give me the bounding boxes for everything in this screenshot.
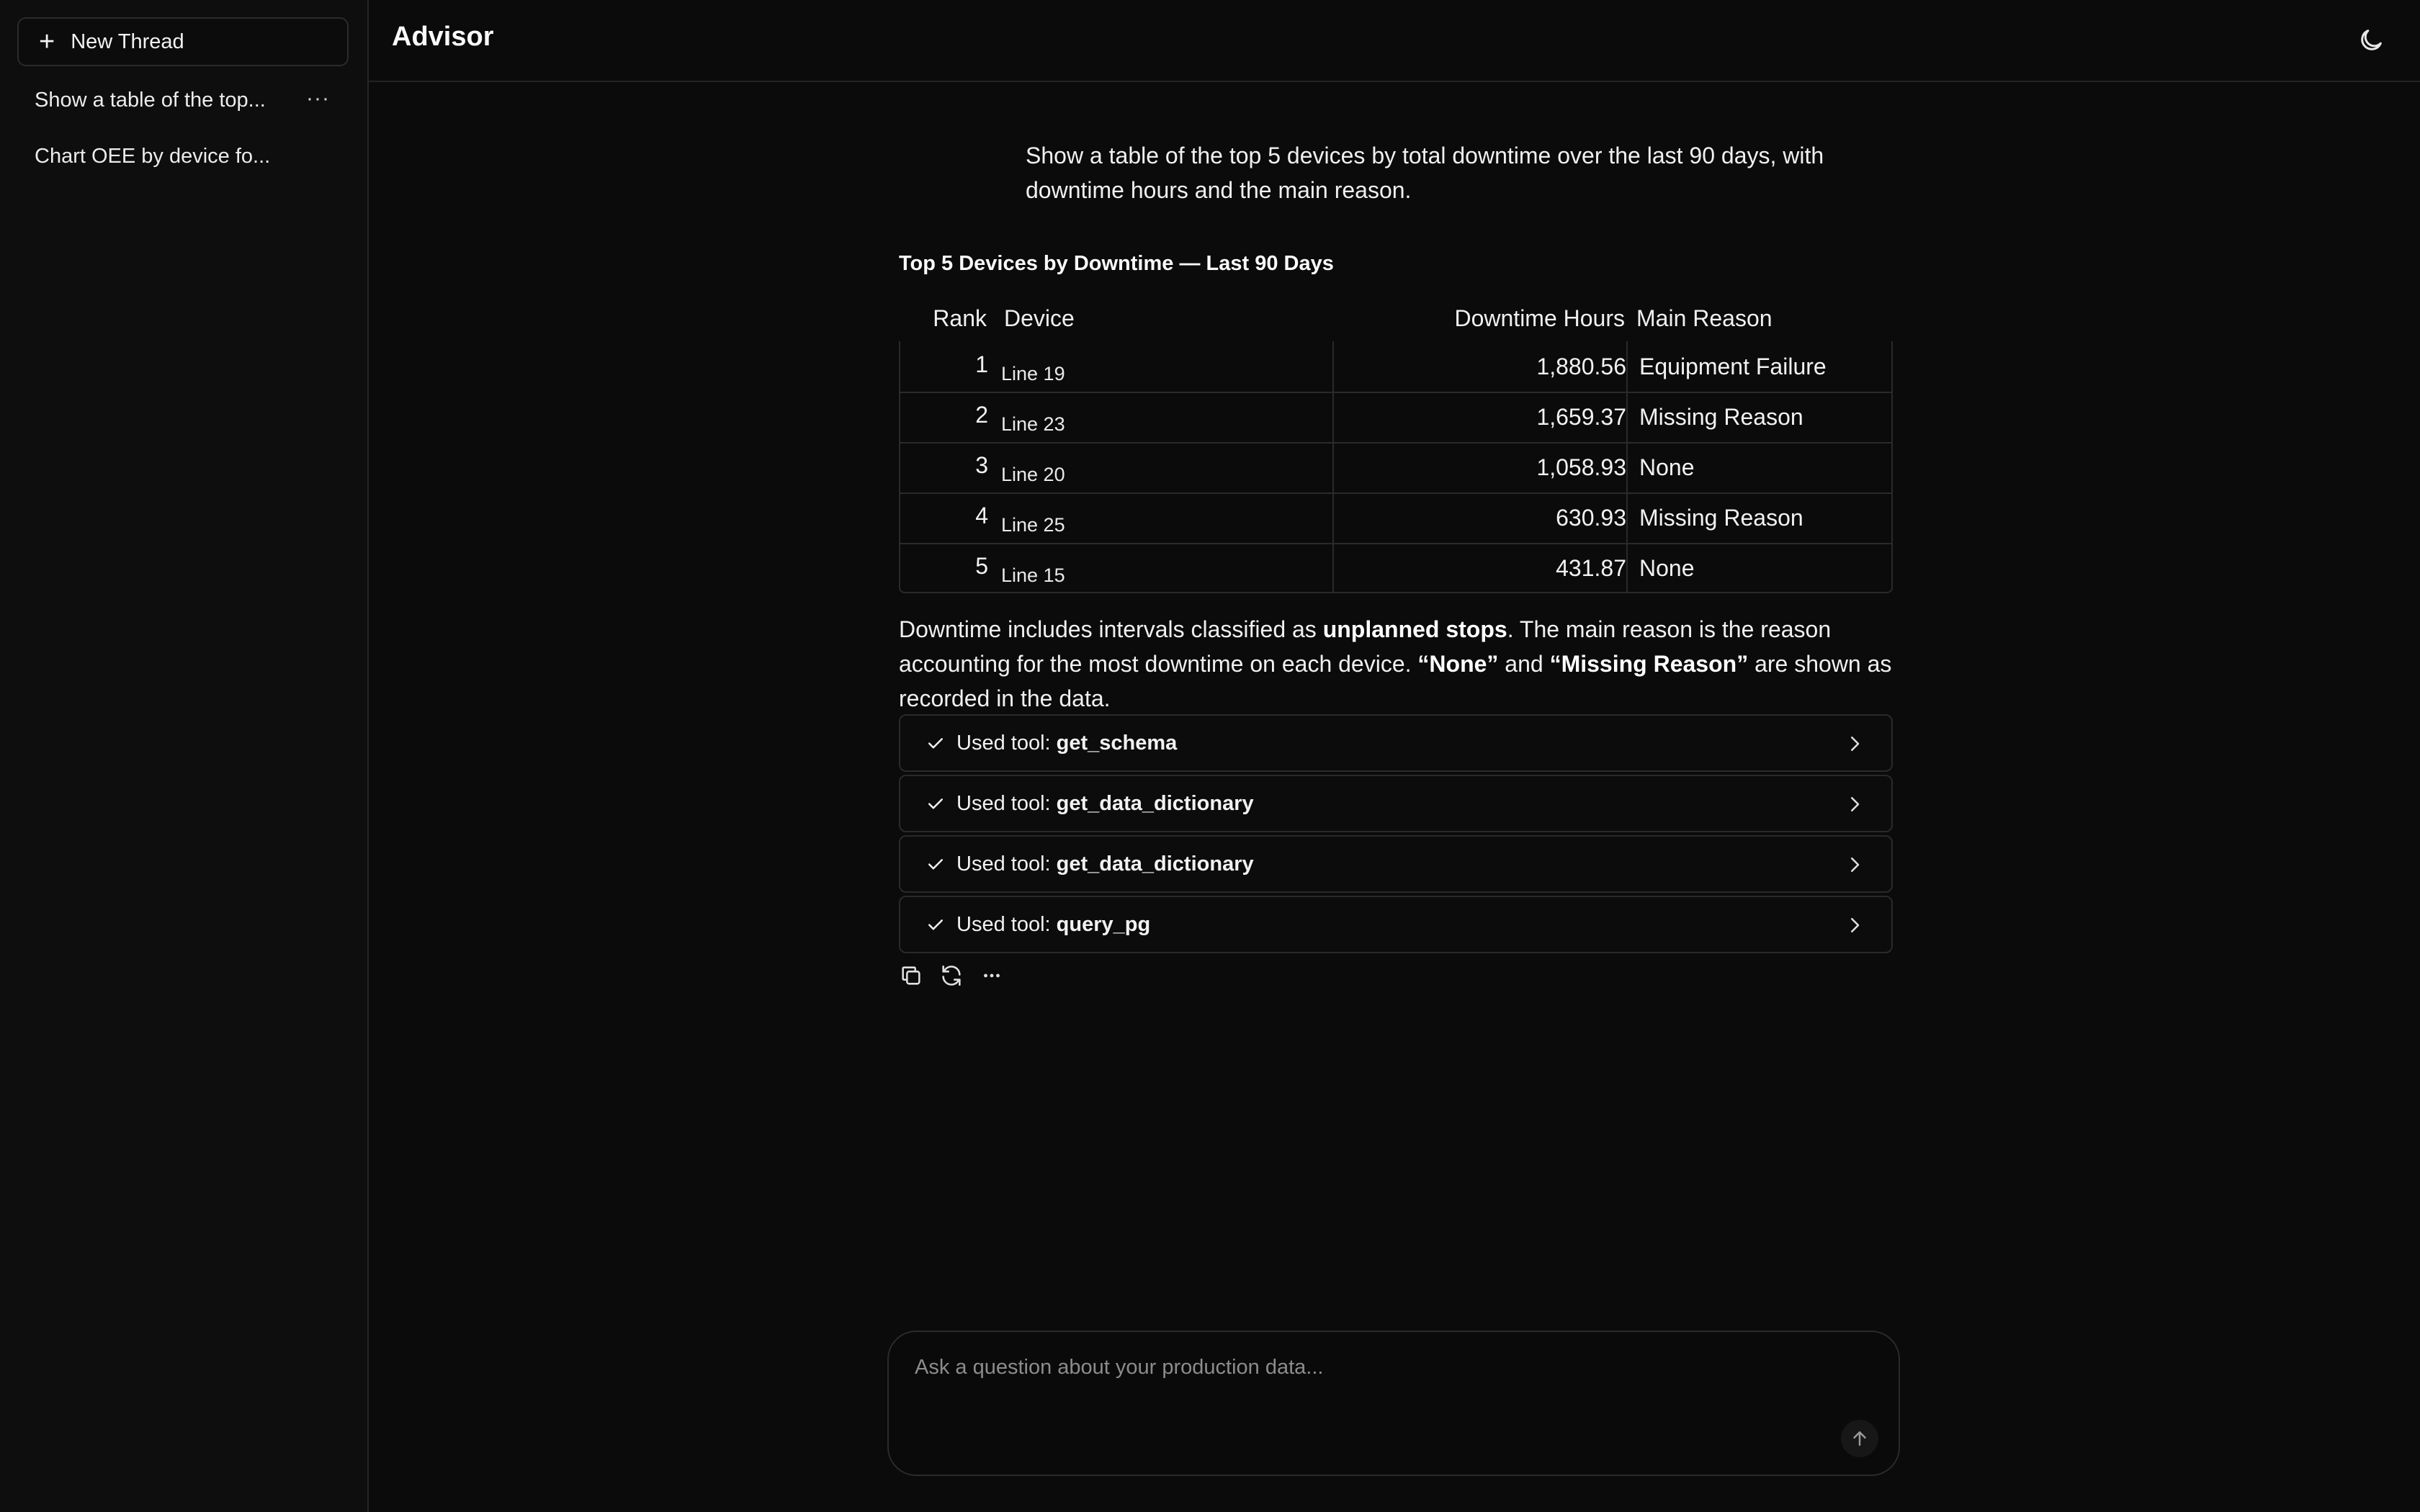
cell-rank: 3 — [975, 452, 988, 478]
tool-prefix: Used tool: — [956, 912, 1051, 936]
tool-call-query-pg[interactable]: Used tool: query_pg — [899, 896, 1893, 953]
tool-name: get_schema — [1056, 731, 1178, 755]
sidebar: + New Thread Show a table of the top... … — [0, 0, 369, 1512]
cell-device: Line 15 — [1001, 564, 1065, 586]
thread-label: Chart OEE by device fo... — [35, 144, 271, 168]
data-table: 1 Line 19 1,880.56 Equipment Failure 2 L… — [899, 341, 1893, 593]
copy-icon[interactable] — [899, 963, 923, 988]
thread-label: Show a table of the top... — [35, 88, 266, 112]
check-icon — [925, 853, 946, 875]
cell-device: Line 25 — [1001, 514, 1065, 536]
check-icon — [925, 793, 946, 814]
cell-main-reason: Missing Reason — [1626, 492, 1891, 543]
explanation-text: and — [1498, 651, 1550, 677]
arrow-up-icon — [1853, 1431, 1866, 1446]
thread-item-oee-chart[interactable]: Chart OEE by device fo... — [17, 131, 349, 181]
question-input[interactable] — [913, 1351, 1852, 1384]
tool-name: get_data_dictionary — [1056, 852, 1254, 876]
chevron-right-icon — [1844, 793, 1865, 815]
table-row: 2 Line 23 1,659.37 Missing Reason — [900, 392, 1891, 444]
explanation-text: Downtime includes intervals classified a… — [899, 616, 1323, 642]
tool-name: get_data_dictionary — [1056, 791, 1254, 815]
cell-downtime-hours: 1,058.93 — [1332, 442, 1626, 492]
assistant-explanation: Downtime includes intervals classified a… — [899, 612, 1907, 716]
table-row: 3 Line 20 1,058.93 None — [900, 442, 1891, 494]
new-thread-label: New Thread — [71, 30, 184, 53]
chevron-right-icon — [1844, 733, 1865, 755]
check-icon — [925, 732, 946, 754]
header: Advisor — [369, 0, 2420, 82]
chat-area: Show a table of the top 5 devices by tot… — [369, 81, 2420, 1512]
table-row: 1 Line 19 1,880.56 Equipment Failure — [900, 341, 1891, 393]
cell-rank: 1 — [975, 351, 988, 377]
table-row: 5 Line 15 431.87 None — [900, 543, 1891, 593]
tool-call-get-data-dictionary[interactable]: Used tool: get_data_dictionary — [899, 775, 1893, 832]
table-row: 4 Line 25 630.93 Missing Reason — [900, 492, 1891, 544]
chevron-right-icon — [1844, 854, 1865, 876]
tool-prefix: Used tool: — [956, 791, 1051, 815]
moon-icon[interactable] — [2357, 26, 2385, 55]
chevron-right-icon — [1844, 914, 1865, 936]
cell-device: Line 19 — [1001, 363, 1065, 384]
user-message: Show a table of the top 5 devices by tot… — [1026, 143, 1824, 203]
cell-downtime-hours: 630.93 — [1332, 492, 1626, 543]
check-icon — [925, 914, 946, 935]
explanation-emphasis: unplanned stops — [1322, 616, 1507, 642]
cell-main-reason: Missing Reason — [1626, 392, 1891, 442]
new-thread-button[interactable]: + New Thread — [17, 17, 349, 66]
column-header-main-reason: Main Reason — [1636, 305, 1773, 331]
plus-icon: + — [39, 27, 55, 57]
refresh-icon[interactable] — [939, 963, 964, 988]
cell-downtime-hours: 431.87 — [1332, 543, 1626, 593]
table-header: Rank Device Downtime Hours Main Reason — [899, 297, 1893, 340]
app-title: Advisor — [392, 22, 494, 52]
column-header-device: Device — [1004, 305, 1075, 331]
cell-device: Line 23 — [1001, 413, 1065, 435]
tool-name: query_pg — [1056, 912, 1151, 936]
tool-call-get-schema[interactable]: Used tool: get_schema — [899, 714, 1893, 772]
cell-rank: 2 — [975, 402, 988, 428]
send-button[interactable] — [1841, 1420, 1878, 1457]
cell-main-reason: None — [1626, 543, 1891, 593]
cell-downtime-hours: 1,880.56 — [1332, 341, 1626, 392]
composer — [887, 1331, 1900, 1476]
cell-device: Line 20 — [1001, 464, 1065, 485]
cell-rank: 5 — [975, 553, 988, 579]
thread-item-top-devices[interactable]: Show a table of the top... ··· — [17, 75, 349, 125]
cell-main-reason: Equipment Failure — [1626, 341, 1891, 392]
tool-call-get-data-dictionary[interactable]: Used tool: get_data_dictionary — [899, 835, 1893, 893]
cell-downtime-hours: 1,659.37 — [1332, 392, 1626, 442]
column-header-rank: Rank — [933, 305, 987, 331]
more-horizontal-icon[interactable]: ··· — [306, 86, 330, 111]
tool-prefix: Used tool: — [956, 852, 1051, 876]
cell-rank: 4 — [975, 503, 988, 528]
tool-prefix: Used tool: — [956, 731, 1051, 755]
table-title: Top 5 Devices by Downtime — Last 90 Days — [899, 252, 1334, 275]
cell-main-reason: None — [1626, 442, 1891, 492]
more-horizontal-icon[interactable] — [980, 963, 1004, 988]
column-header-downtime-hours: Downtime Hours — [1454, 305, 1625, 331]
explanation-emphasis: “Missing Reason” — [1549, 651, 1749, 677]
explanation-emphasis: “None” — [1417, 651, 1499, 677]
